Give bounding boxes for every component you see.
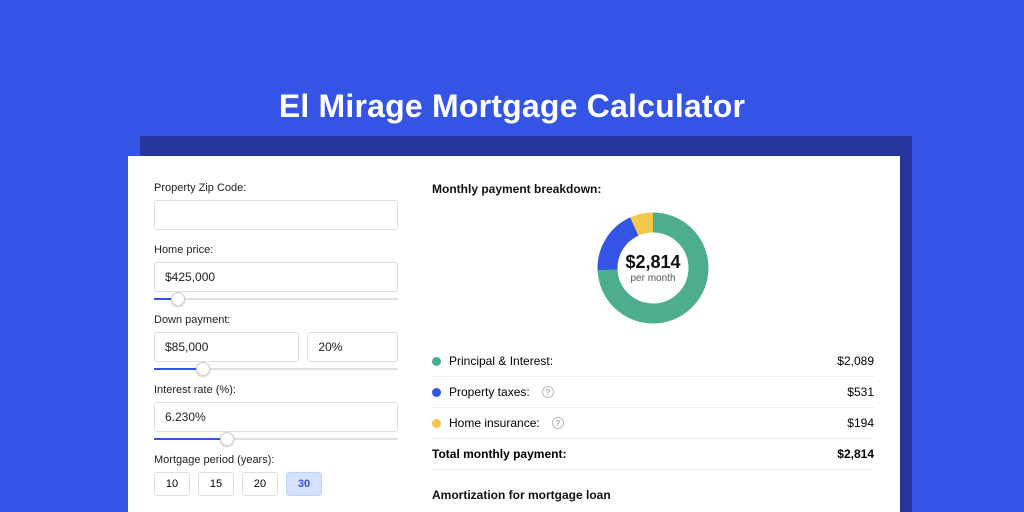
calculator-card: Property Zip Code: Home price: Down paym… — [128, 156, 900, 512]
zip-block: Property Zip Code: — [154, 182, 398, 230]
home-price-block: Home price: — [154, 244, 398, 300]
home-price-slider-thumb[interactable] — [171, 292, 185, 306]
interest-rate-label: Interest rate (%): — [154, 384, 398, 396]
legend-total-label: Total monthly payment: — [432, 447, 566, 461]
down-payment-pct-input[interactable] — [307, 332, 398, 362]
down-payment-amount-input[interactable] — [154, 332, 299, 362]
interest-rate-slider-fill — [154, 438, 227, 440]
legend-total-row: Total monthly payment: $2,814 — [432, 439, 874, 470]
legend-value: $531 — [847, 385, 874, 399]
interest-rate-slider[interactable] — [154, 438, 398, 440]
legend-dot — [432, 357, 441, 366]
donut-center: $2,814 per month — [593, 208, 713, 328]
period-button-15[interactable]: 15 — [198, 472, 234, 496]
legend-value: $194 — [847, 416, 874, 430]
interest-rate-slider-thumb[interactable] — [220, 432, 234, 446]
help-icon[interactable]: ? — [552, 417, 564, 429]
legend-value: $2,089 — [837, 354, 874, 368]
amortization-title: Amortization for mortgage loan — [432, 488, 874, 502]
payment-donut-chart: $2,814 per month — [593, 208, 713, 328]
form-panel: Property Zip Code: Home price: Down paym… — [128, 156, 418, 512]
page-background: El Mirage Mortgage Calculator Property Z… — [0, 0, 1024, 512]
legend-dot — [432, 419, 441, 428]
period-button-10[interactable]: 10 — [154, 472, 190, 496]
zip-label: Property Zip Code: — [154, 182, 398, 194]
down-payment-label: Down payment: — [154, 314, 398, 326]
legend-row: Principal & Interest: $2,089 — [432, 346, 874, 377]
down-payment-slider[interactable] — [154, 368, 398, 370]
donut-wrap: $2,814 per month — [432, 208, 874, 328]
period-label: Mortgage period (years): — [154, 454, 398, 466]
down-payment-block: Down payment: — [154, 314, 398, 370]
results-panel: Monthly payment breakdown: $2,814 per mo… — [418, 156, 900, 512]
page-title: El Mirage Mortgage Calculator — [0, 0, 1024, 125]
legend-total-value: $2,814 — [837, 447, 874, 461]
donut-amount: $2,814 — [625, 252, 680, 273]
period-block: Mortgage period (years): 10 15 20 30 — [154, 454, 398, 496]
interest-rate-input[interactable] — [154, 402, 398, 432]
legend-row: Property taxes:? $531 — [432, 377, 874, 408]
home-price-input[interactable] — [154, 262, 398, 292]
period-button-20[interactable]: 20 — [242, 472, 278, 496]
donut-sub: per month — [630, 273, 675, 284]
home-price-slider[interactable] — [154, 298, 398, 300]
legend-row: Home insurance:? $194 — [432, 408, 874, 439]
interest-rate-block: Interest rate (%): — [154, 384, 398, 440]
zip-input[interactable] — [154, 200, 398, 230]
period-button-30[interactable]: 30 — [286, 472, 322, 496]
home-price-label: Home price: — [154, 244, 398, 256]
breakdown-title: Monthly payment breakdown: — [432, 182, 874, 196]
legend-dot — [432, 388, 441, 397]
legend-label: Home insurance: — [449, 416, 540, 430]
amortization-section: Amortization for mortgage loan Amortizat… — [432, 488, 874, 512]
legend-label: Principal & Interest: — [449, 354, 553, 368]
help-icon[interactable]: ? — [542, 386, 554, 398]
legend-label: Property taxes: — [449, 385, 530, 399]
down-payment-slider-thumb[interactable] — [196, 362, 210, 376]
